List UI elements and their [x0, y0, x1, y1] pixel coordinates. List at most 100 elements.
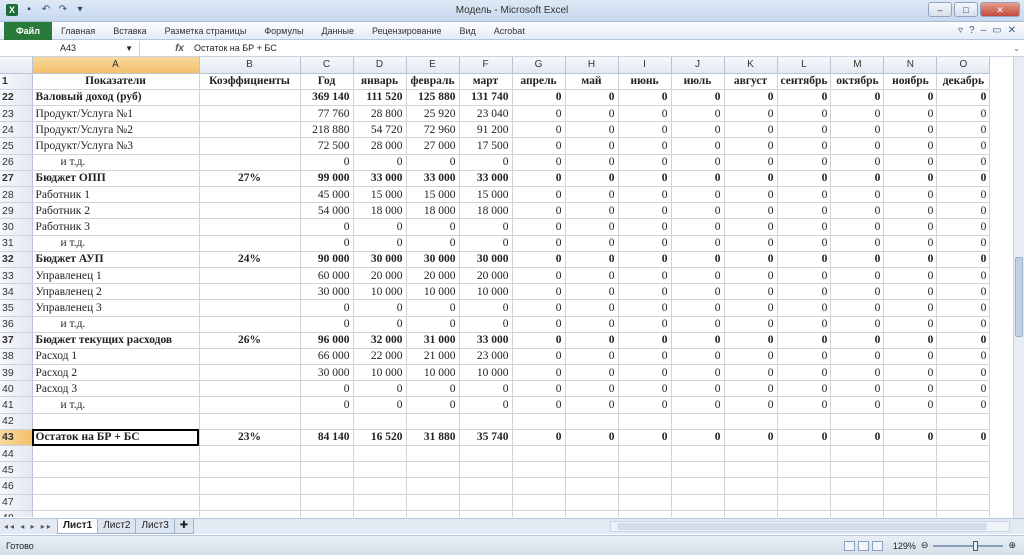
cell-O25[interactable]: 0 [936, 137, 991, 155]
cell-B44[interactable] [199, 445, 301, 463]
cell-J28[interactable]: 0 [671, 186, 725, 204]
cell-G1[interactable]: апрель [512, 73, 566, 90]
cell-N33[interactable]: 0 [883, 267, 938, 285]
page-break-view-icon[interactable] [871, 540, 883, 551]
row-header[interactable]: 40 [0, 380, 33, 398]
cell-H22[interactable]: 0 [565, 89, 619, 107]
cell-C27[interactable]: 99 000 [300, 170, 354, 188]
spreadsheet-grid[interactable]: ABCDEFGHIJKLMNO 1 Показатели Коэффициенты Г… [0, 57, 1013, 517]
cell-M31[interactable]: 0 [830, 235, 885, 252]
column-header-M[interactable]: M [830, 57, 885, 74]
cell-C29[interactable]: 54 000 [300, 202, 354, 220]
cell-H32[interactable]: 0 [565, 251, 619, 268]
cell-D33[interactable]: 20 000 [353, 267, 407, 285]
cell-D44[interactable] [353, 445, 407, 463]
cell-I44[interactable] [618, 445, 672, 463]
cell-L36[interactable]: 0 [777, 316, 832, 333]
cell-C42[interactable] [300, 413, 354, 430]
cell-G42[interactable] [512, 413, 566, 430]
cell-N29[interactable]: 0 [883, 202, 938, 220]
cell-F25[interactable]: 17 500 [459, 137, 513, 155]
cell-M24[interactable]: 0 [830, 121, 885, 139]
cell-M37[interactable]: 0 [830, 332, 885, 349]
cell-H29[interactable]: 0 [565, 202, 619, 220]
cell-J40[interactable]: 0 [671, 380, 725, 398]
cell-N1[interactable]: ноябрь [883, 73, 938, 90]
cell-C33[interactable]: 60 000 [300, 267, 354, 285]
row-header[interactable]: 29 [0, 202, 33, 220]
cell-G35[interactable]: 0 [512, 299, 566, 317]
cell-B22[interactable] [199, 89, 301, 107]
cell-G30[interactable]: 0 [512, 218, 566, 236]
row-header[interactable]: 34 [0, 283, 33, 301]
cell-D42[interactable] [353, 413, 407, 430]
cell-M45[interactable] [830, 461, 885, 479]
tab-view[interactable]: Вид [451, 22, 485, 40]
cell-I47[interactable] [618, 494, 672, 511]
cell-O37[interactable]: 0 [936, 332, 991, 349]
cell-L47[interactable] [777, 494, 832, 511]
cell-M34[interactable]: 0 [830, 283, 885, 301]
cell-C38[interactable]: 66 000 [300, 348, 354, 366]
cell-L24[interactable]: 0 [777, 121, 832, 139]
cell-J23[interactable]: 0 [671, 105, 725, 123]
cell-F45[interactable] [459, 461, 513, 479]
cell-N35[interactable]: 0 [883, 299, 938, 317]
column-header-H[interactable]: H [565, 57, 619, 74]
cell-H30[interactable]: 0 [565, 218, 619, 236]
cell-D22[interactable]: 111 520 [353, 89, 407, 107]
tab-data[interactable]: Данные [312, 22, 363, 40]
cell-I25[interactable]: 0 [618, 137, 672, 155]
cell-A46[interactable] [32, 477, 200, 495]
cell-H24[interactable]: 0 [565, 121, 619, 139]
sheet-tab-2[interactable]: Лист2 [97, 519, 137, 534]
cell-C45[interactable] [300, 461, 354, 479]
cell-B42[interactable] [199, 413, 301, 430]
cell-K43[interactable]: 0 [724, 429, 778, 447]
cell-B26[interactable] [199, 154, 301, 171]
minimize-button[interactable]: – [928, 2, 952, 17]
cell-B31[interactable] [199, 235, 301, 252]
cell-I33[interactable]: 0 [618, 267, 672, 285]
cell-D34[interactable]: 10 000 [353, 283, 407, 301]
cell-I23[interactable]: 0 [618, 105, 672, 123]
tab-formulas[interactable]: Формулы [255, 22, 312, 40]
cell-D43[interactable]: 16 520 [353, 429, 407, 447]
cell-A23[interactable]: Продукт/Услуга №1 [32, 105, 200, 123]
cell-C37[interactable]: 96 000 [300, 332, 354, 349]
cell-A29[interactable]: Работник 2 [32, 202, 200, 220]
cell-G23[interactable]: 0 [512, 105, 566, 123]
cell-E27[interactable]: 33 000 [406, 170, 460, 188]
insert-sheet-icon[interactable]: ✚ [173, 519, 195, 534]
cell-A43[interactable]: Остаток на БР + БС [32, 429, 200, 447]
row-header[interactable]: 45 [0, 461, 33, 479]
cell-B43[interactable]: 23% [199, 429, 301, 447]
cell-D38[interactable]: 22 000 [353, 348, 407, 366]
zoom-level[interactable]: 129% [893, 541, 916, 551]
cell-E29[interactable]: 18 000 [406, 202, 460, 220]
cell-H36[interactable]: 0 [565, 316, 619, 333]
cell-B33[interactable] [199, 267, 301, 285]
cell-H31[interactable]: 0 [565, 235, 619, 252]
cell-N47[interactable] [883, 494, 938, 511]
cell-G31[interactable]: 0 [512, 235, 566, 252]
cell-M41[interactable]: 0 [830, 396, 885, 414]
cell-E41[interactable]: 0 [406, 396, 460, 414]
cell-F40[interactable]: 0 [459, 380, 513, 398]
cell-G45[interactable] [512, 461, 566, 479]
cell-J44[interactable] [671, 445, 725, 463]
zoom-in-icon[interactable]: ⊕ [1008, 540, 1016, 551]
cell-E37[interactable]: 31 000 [406, 332, 460, 349]
cell-D46[interactable] [353, 477, 407, 495]
cell-C34[interactable]: 30 000 [300, 283, 354, 301]
cell-F36[interactable]: 0 [459, 316, 513, 333]
cell-N26[interactable]: 0 [883, 154, 938, 171]
cell-H41[interactable]: 0 [565, 396, 619, 414]
row-header[interactable]: 41 [0, 396, 33, 414]
cell-D31[interactable]: 0 [353, 235, 407, 252]
cell-L27[interactable]: 0 [777, 170, 832, 188]
cell-J33[interactable]: 0 [671, 267, 725, 285]
cell-L42[interactable] [777, 413, 832, 430]
cell-G41[interactable]: 0 [512, 396, 566, 414]
cell-M27[interactable]: 0 [830, 170, 885, 188]
